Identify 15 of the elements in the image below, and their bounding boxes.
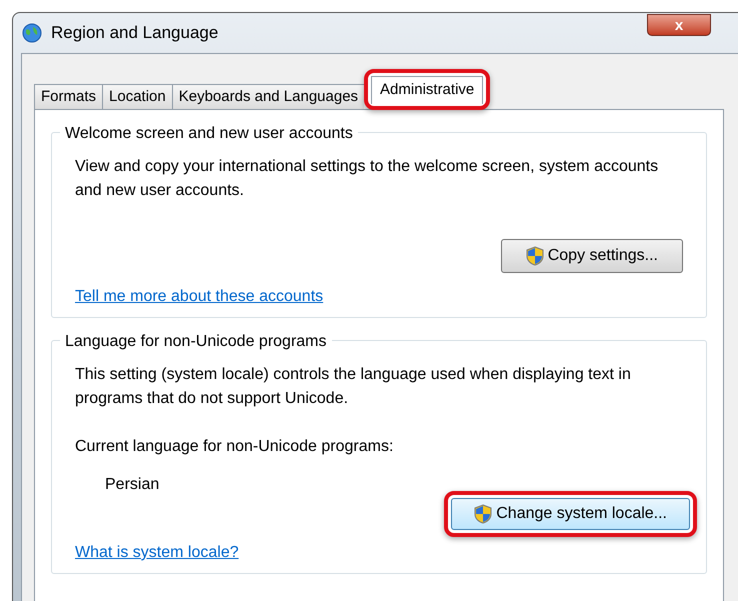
tab[interactable]: Administrative bbox=[371, 76, 484, 104]
field-label: Current language for non-Unicode programs: bbox=[75, 437, 394, 457]
shield-button[interactable]: Copy settings... bbox=[500, 239, 683, 273]
help-link[interactable]: What is system locale? bbox=[75, 541, 239, 565]
tab[interactable]: Location bbox=[102, 84, 172, 110]
close-button[interactable]: x bbox=[647, 14, 711, 36]
tab[interactable]: Formats bbox=[34, 84, 102, 110]
window-title: Region and Language bbox=[51, 22, 218, 44]
shield-button[interactable]: Change system locale... bbox=[451, 498, 690, 530]
description-text: This setting (system locale) controls the language used when displaying text in programs that do not support Unicode. bbox=[75, 365, 632, 409]
globe-icon bbox=[21, 22, 43, 44]
help-link[interactable]: Tell me more about these accounts bbox=[75, 285, 324, 309]
locale-value: Persian bbox=[105, 475, 160, 495]
tab[interactable]: Keyboards and Languages bbox=[172, 84, 364, 110]
description-text: View and copy your international settings to the welcome screen, system accounts and new user accounts. bbox=[75, 157, 660, 201]
